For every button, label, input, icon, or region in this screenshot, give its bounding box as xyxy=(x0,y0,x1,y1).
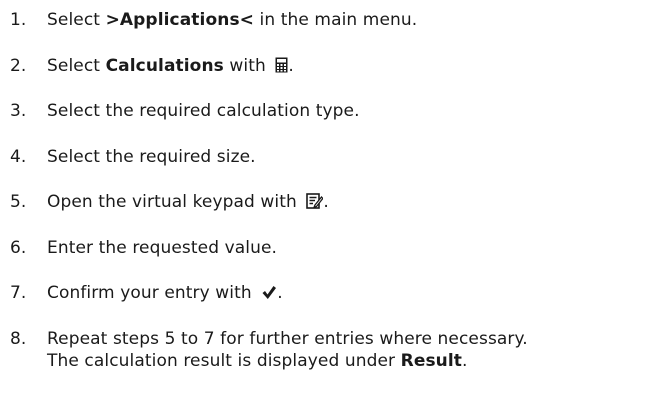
step-number: 1. xyxy=(10,10,27,30)
step-number: 7. xyxy=(10,283,27,303)
step-text: Repeat steps 5 to 7 for further entries … xyxy=(47,328,528,349)
step-text: . xyxy=(323,192,329,212)
step-text: . xyxy=(277,283,283,303)
checkmark-icon xyxy=(261,285,277,300)
calculator-icon xyxy=(275,57,288,73)
step-text: Open the virtual keypad with xyxy=(47,192,297,212)
menu-item-applications: >Applications< xyxy=(105,10,255,30)
step-text: Select xyxy=(47,55,106,76)
step-4: 4. Select the required size. xyxy=(0,146,657,168)
step-text: . xyxy=(288,55,294,76)
step-text: Enter the requested value. xyxy=(47,237,278,258)
step-7: 7. Confirm your entry with . xyxy=(0,282,657,304)
step-text: Select xyxy=(47,10,106,30)
instruction-steps-list: 1. Select >Applications< in the main men… xyxy=(0,0,657,401)
step-text: Select the required size. xyxy=(47,146,256,167)
step-text: Confirm your entry with xyxy=(47,283,252,303)
step-1: 1. Select >Applications< in the main men… xyxy=(0,9,657,31)
step-5: 5. Open the virtual keypad with . xyxy=(0,191,657,213)
step-text: Select the required calculation type. xyxy=(47,101,360,121)
step-number: 2. xyxy=(10,55,27,76)
edit-keypad-icon xyxy=(306,193,324,209)
step-6: 6. Enter the requested value. xyxy=(0,237,657,259)
step-8: 8. Repeat steps 5 to 7 for further entri… xyxy=(0,328,657,372)
step-number: 4. xyxy=(10,146,27,167)
step-text: in the main menu. xyxy=(254,10,418,30)
step-number: 5. xyxy=(10,192,27,212)
step-number: 8. xyxy=(10,328,27,349)
step-number: 3. xyxy=(10,101,27,121)
step-3: 3. Select the required calculation type. xyxy=(0,100,657,122)
step-text: The calculation result is displayed unde… xyxy=(47,350,401,371)
step-text: with xyxy=(223,55,266,76)
step-2: 2. Select Calculations with . xyxy=(0,55,657,77)
step-text: . xyxy=(462,350,468,371)
menu-item-calculations: Calculations xyxy=(105,55,224,76)
step-number: 6. xyxy=(10,237,27,258)
step-text-line2: The calculation result is displayed unde… xyxy=(47,350,657,372)
result-label: Result xyxy=(400,350,463,371)
